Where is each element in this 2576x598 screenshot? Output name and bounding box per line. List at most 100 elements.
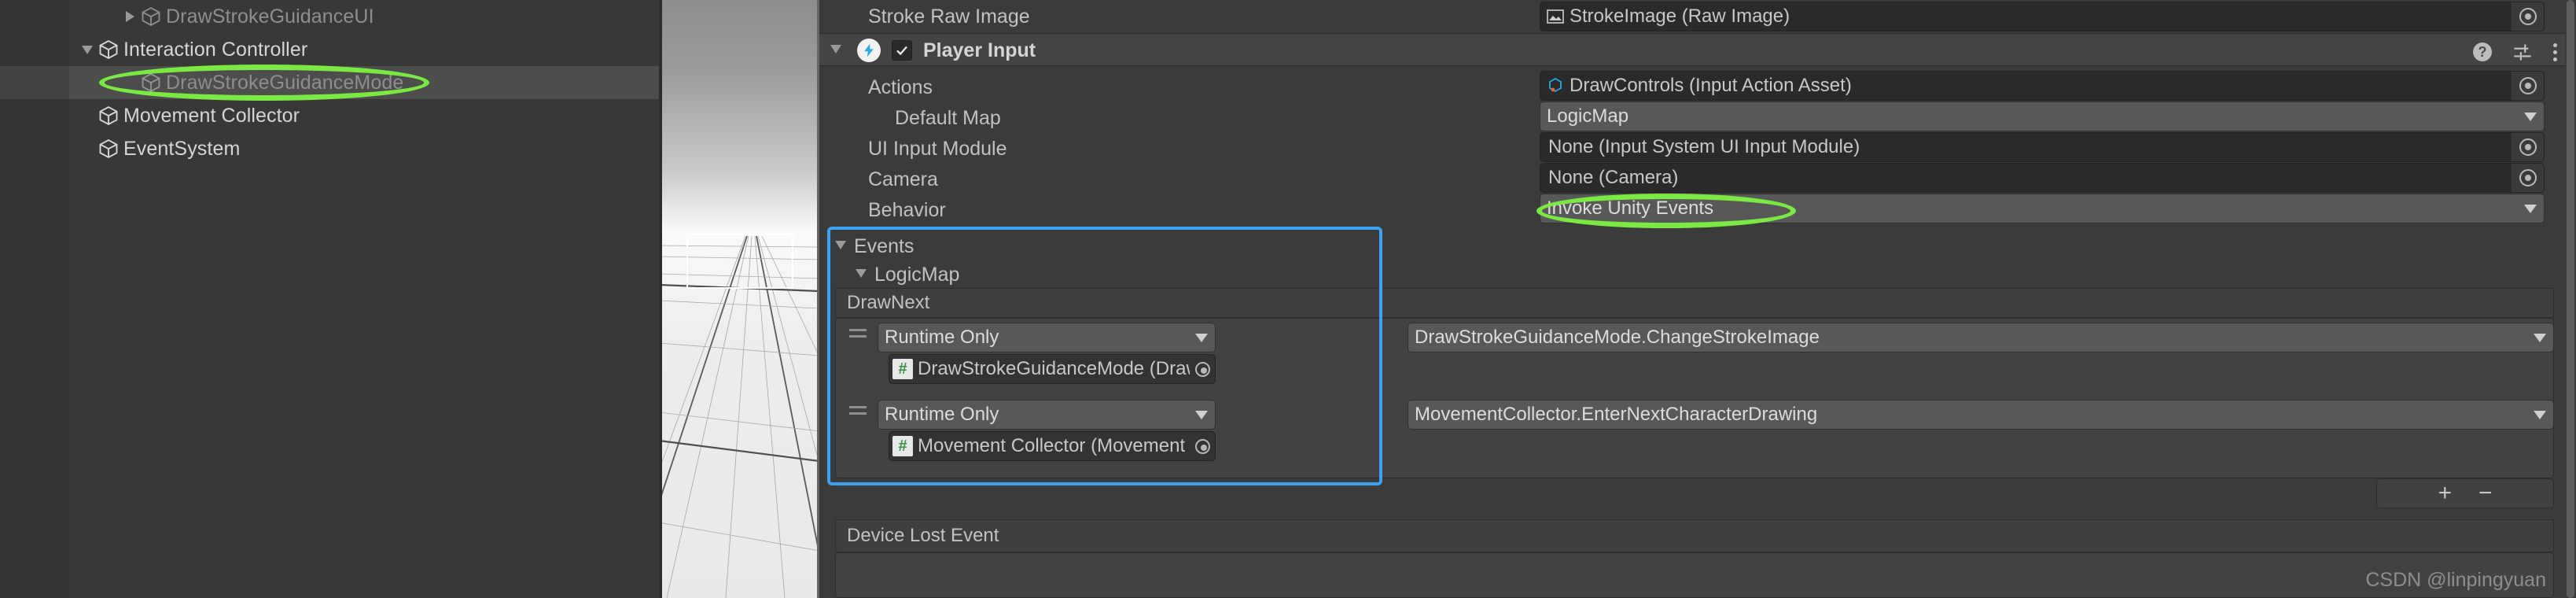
inspector-scrollbar[interactable] [2565,0,2576,598]
hierarchy-item-interaction-controller[interactable]: Interaction Controller [0,33,659,66]
behavior-value: Invoke Unity Events [1547,197,1714,219]
behavior-dropdown[interactable]: Invoke Unity Events [1540,194,2545,223]
player-input-bolt-icon [857,39,881,62]
object-picker-icon[interactable] [2511,133,2544,161]
event-entry-0-function-dropdown[interactable]: DrawStrokeGuidanceMode.ChangeStrokeImage [1408,323,2554,353]
event-entry-1-mode: Runtime Only [885,404,999,425]
raw-image-icon [1547,9,1564,24]
chevron-down-icon [2526,333,2553,342]
logicmap-foldout-row[interactable]: LogicMap [819,260,2565,290]
event-entry-0-mode: Runtime Only [885,327,999,348]
scene-left-edge [659,0,662,598]
logicmap-title: LogicMap [874,263,960,286]
events-title: Events [854,234,914,257]
component-title: Player Input [923,39,1036,61]
event-entry-1-function-dropdown[interactable]: MovementCollector.EnterNextCharacterDraw… [1408,400,2554,430]
gameobject-cube-icon [99,105,118,126]
chevron-down-icon [2526,410,2553,419]
device-lost-event-panel [835,552,2554,598]
hierarchy-item-drawstrokeguidancemode[interactable]: DrawStrokeGuidanceMode [0,66,659,99]
hierarchy-item-label: EventSystem [123,137,241,160]
selection-gizmo-rect [686,234,793,289]
foldout-spacer [77,132,98,165]
kebab-menu-icon[interactable] [2553,42,2557,61]
component-enabled-checkbox[interactable] [892,40,912,61]
scene-view[interactable] [659,0,819,598]
event-entry-0-mode-dropdown[interactable]: Runtime Only [878,323,1216,353]
actions-value: DrawControls (Input Action Asset) [1570,75,1852,96]
gameobject-cube-icon [142,6,160,27]
event-entry-0-function: DrawStrokeGuidanceMode.ChangeStrokeImage [1415,327,1820,348]
stroke-raw-image-value: StrokeImage (Raw Image) [1570,6,1790,27]
scene-grid-lines [659,234,819,598]
device-lost-event-title: Device Lost Event [847,525,999,546]
event-entry-0-drag-handle[interactable] [849,329,867,338]
ui-input-module-value: None (Input System UI Input Module) [1548,136,1860,157]
help-icon[interactable]: ? [2473,42,2492,61]
default-map-dropdown[interactable]: LogicMap [1540,102,2545,131]
hierarchy-item-label: DrawStrokeGuidanceMode [166,71,404,94]
event-entry-1-drag-handle[interactable] [849,406,867,415]
preset-icon[interactable] [2512,42,2533,62]
foldout-spacer [77,99,98,132]
object-picker-icon[interactable] [2511,164,2544,192]
hierarchy-item-label: Interaction Controller [123,38,308,61]
chevron-down-icon [2517,112,2544,121]
event-entry-1-target-field[interactable]: # Movement Collector (Movement Collector… [889,431,1216,461]
remove-event-button[interactable]: − [2478,482,2493,505]
object-picker-icon[interactable] [1190,355,1215,383]
property-label: Default Map [895,106,1001,129]
actions-object-field[interactable]: DrawControls (Input Action Asset) [1540,71,2545,101]
gameobject-cube-icon [142,72,160,93]
player-input-component-header[interactable]: Player Input ? [819,33,2576,66]
chevron-down-icon [1188,333,1215,342]
events-foldout[interactable] [835,241,846,249]
ui-input-module-object-field[interactable]: None (Input System UI Input Module) [1540,132,2545,162]
chevron-down-icon [1188,410,1215,419]
events-foldout-row[interactable]: Events [819,231,2565,261]
hierarchy-item-eventsystem[interactable]: EventSystem [0,132,659,165]
drawnext-event-header[interactable]: DrawNext [835,288,2554,318]
camera-object-field[interactable]: None (Camera) [1540,163,2545,193]
inspector-scrollbar-thumb[interactable] [2567,0,2574,598]
hierarchy-item-movement-collector[interactable]: Movement Collector [0,99,659,132]
property-label: UI Input Module [868,137,1007,160]
hierarchy-item-label: DrawStrokeGuidanceUI [166,5,374,28]
hierarchy-panel: DrawStrokeGuidanceUI Interaction Control… [0,0,659,598]
drawnext-title: DrawNext [847,292,930,313]
hierarchy-item-label: Movement Collector [123,104,300,127]
property-label: Stroke Raw Image [868,5,1030,28]
stroke-raw-image-object-field[interactable]: StrokeImage (Raw Image) [1540,2,2545,31]
default-map-value: LogicMap [1547,105,1629,127]
script-hash-icon: # [892,436,913,456]
component-foldout[interactable] [830,45,841,54]
property-label: Actions [868,76,933,98]
input-action-asset-icon [1549,77,1562,93]
foldout-toggle[interactable] [120,0,140,33]
gameobject-cube-icon [99,39,118,60]
event-entry-0-target: DrawStrokeGuidanceMode (Draw Stroke Guid… [918,358,1190,379]
event-entry-1-target: Movement Collector (Movement Collector) [918,435,1190,456]
event-entry-1-mode-dropdown[interactable]: Runtime Only [878,400,1216,430]
foldout-toggle[interactable] [77,33,98,66]
add-event-button[interactable]: + [2438,482,2452,505]
inspector-panel: Stroke Raw Image StrokeImage (Raw Image)… [819,0,2576,598]
event-list-add-remove-bar: + − [2376,478,2554,508]
gameobject-cube-icon [99,138,118,159]
unity-editor-window: DrawStrokeGuidanceUI Interaction Control… [0,0,2576,598]
watermark: CSDN @linpingyuan [2365,569,2546,591]
script-hash-icon: # [892,359,913,379]
foldout-spacer [120,66,140,99]
chevron-down-icon [2517,204,2544,213]
event-entry-1-function: MovementCollector.EnterNextCharacterDraw… [1415,404,1818,425]
hierarchy-item-drawstrokeguidanceui[interactable]: DrawStrokeGuidanceUI [0,0,659,33]
device-lost-event-header[interactable]: Device Lost Event [835,519,2554,552]
object-picker-icon[interactable] [2511,2,2544,31]
camera-value: None (Camera) [1548,167,1679,188]
property-label: Behavior [868,198,946,221]
property-label: Camera [868,168,938,190]
logicmap-foldout[interactable] [856,269,867,278]
event-entry-0-target-field[interactable]: # DrawStrokeGuidanceMode (Draw Stroke Gu… [889,354,1216,384]
object-picker-icon[interactable] [2511,72,2544,100]
object-picker-icon[interactable] [1190,432,1215,460]
